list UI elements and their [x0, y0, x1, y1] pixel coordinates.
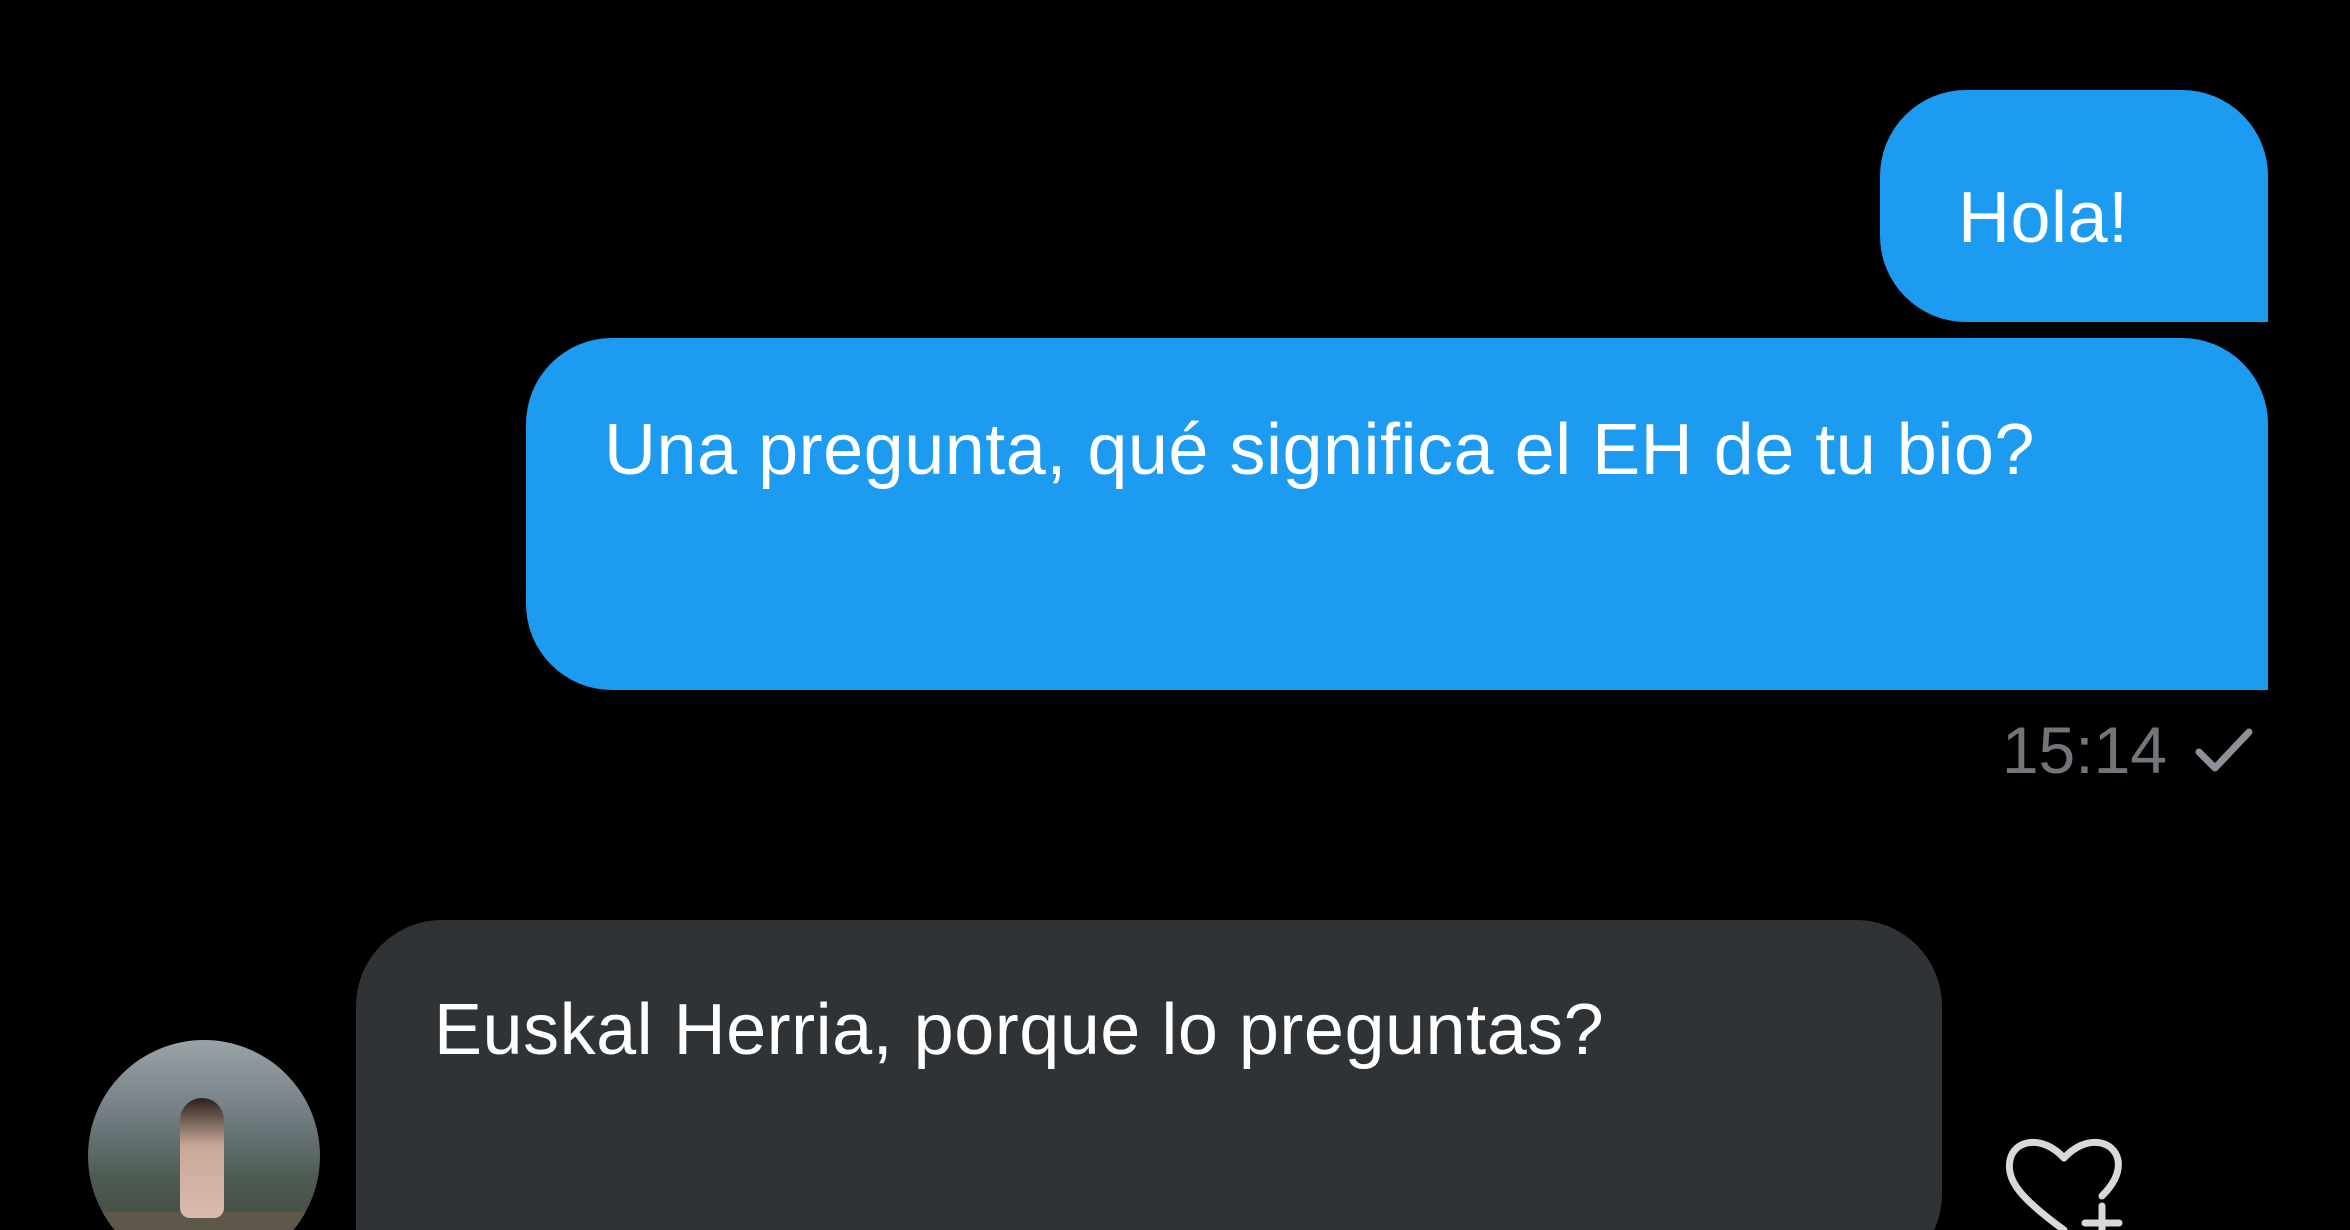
message-meta: 15:14: [2002, 712, 2255, 788]
message-time: 15:14: [2001, 713, 2167, 787]
message-text: Una pregunta, qué significa el EH de tu …: [604, 410, 2035, 490]
message-text: Hola!: [1958, 178, 2129, 258]
check-icon: [2193, 724, 2255, 776]
message-text: Euskal Herria, porque lo preguntas?: [434, 990, 1605, 1070]
avatar[interactable]: [88, 1040, 320, 1230]
outgoing-message[interactable]: Hola!: [1880, 90, 2268, 322]
outgoing-message[interactable]: Una pregunta, qué significa el EH de tu …: [526, 338, 2268, 690]
heart-plus-icon[interactable]: [2000, 1130, 2150, 1230]
message-thread: Hola! Una pregunta, qué significa el EH …: [0, 0, 2350, 1230]
incoming-message[interactable]: Euskal Herria, porque lo preguntas?: [356, 920, 1942, 1230]
